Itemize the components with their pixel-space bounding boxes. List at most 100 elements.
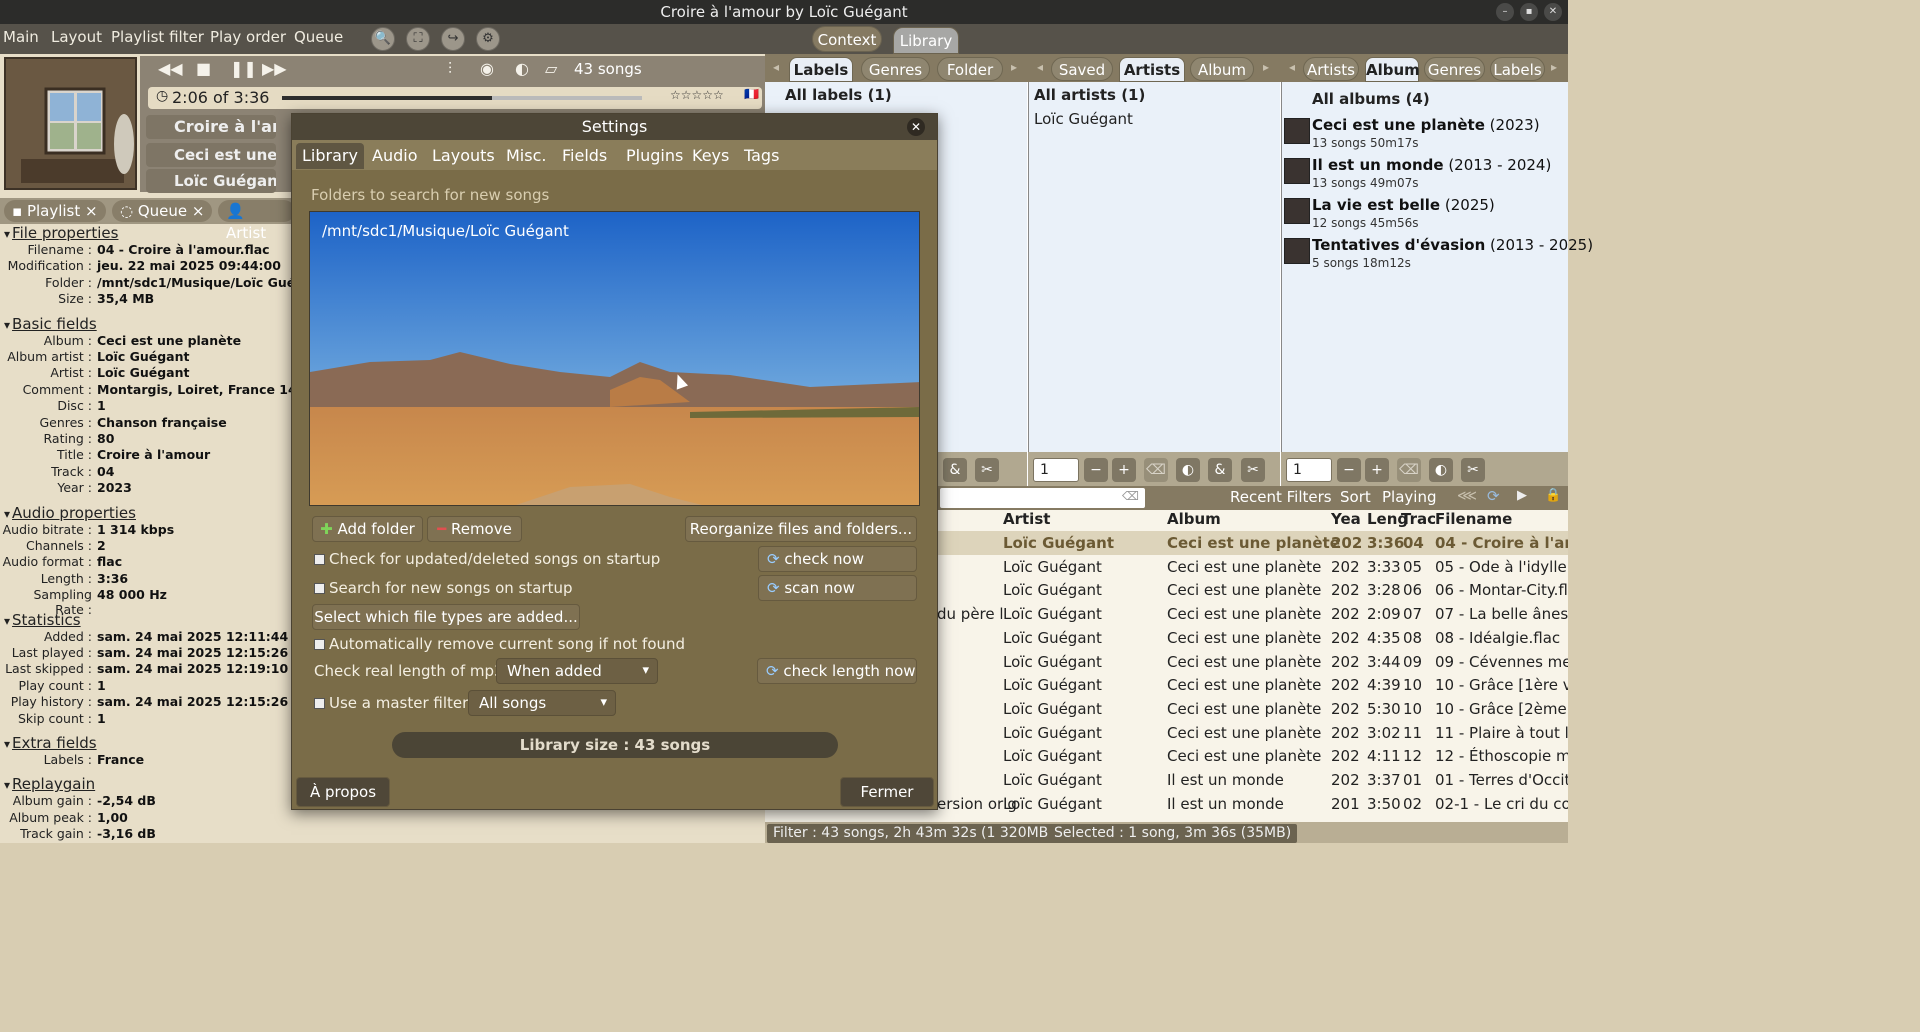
menu-main[interactable]: Main xyxy=(3,28,39,46)
tab-artist[interactable]: 👤 Artist xyxy=(218,200,295,242)
all-albums[interactable]: All albums (4) xyxy=(1312,90,1430,108)
tab-saved[interactable]: Saved xyxy=(1051,57,1113,81)
about-button[interactable]: À propos xyxy=(296,777,390,807)
lock-icon[interactable]: 🔒 xyxy=(1545,488,1561,503)
tab-library[interactable]: Library xyxy=(296,143,364,169)
minus-button[interactable]: − xyxy=(1084,458,1108,482)
section-extra-fields[interactable]: Extra fields xyxy=(4,734,97,752)
tab-artists[interactable]: Artists xyxy=(1119,57,1185,82)
folder-list[interactable]: /mnt/sdc1/Musique/Loïc Guégant xyxy=(309,211,920,506)
search-icon[interactable]: 🔍 xyxy=(371,27,395,51)
minus-button[interactable]: − xyxy=(1337,458,1361,482)
volume-icon[interactable]: ◐ xyxy=(515,59,529,78)
col-track[interactable]: Trac xyxy=(1401,510,1436,528)
tab-audio[interactable]: Audio xyxy=(366,143,423,169)
tab-genres-2[interactable]: Genres xyxy=(1424,57,1485,81)
recent-filters-button[interactable]: Recent Filters xyxy=(1230,488,1332,506)
tools-icon[interactable]: ✂ xyxy=(975,458,999,482)
sort-button[interactable]: Sort xyxy=(1340,488,1371,506)
tab-layouts[interactable]: Layouts xyxy=(426,143,501,169)
all-labels[interactable]: All labels (1) xyxy=(785,86,892,104)
arrow-left-icon[interactable]: ◂ xyxy=(1289,60,1295,74)
tab-folder[interactable]: Folder xyxy=(937,57,1003,81)
clear-icon[interactable]: ⌫ xyxy=(1144,458,1168,482)
albums-depth-input[interactable]: 1 xyxy=(1286,458,1332,482)
arrow-right-icon[interactable]: ▸ xyxy=(1263,60,1269,74)
remove-button[interactable]: ━ Remove xyxy=(427,516,522,542)
tab-queue[interactable]: ◌ Queue × xyxy=(112,200,213,222)
reorganize-button[interactable]: Reorganize files and folders... xyxy=(685,516,917,542)
and-button-2[interactable]: & xyxy=(1208,458,1232,482)
tab-playlist[interactable]: ▪ Playlist × xyxy=(4,200,106,222)
tab-library[interactable]: Library xyxy=(893,27,959,54)
note-icon[interactable]: ▱ xyxy=(545,59,557,78)
invert-icon[interactable]: ◐ xyxy=(1176,458,1200,482)
search-new-checkbox[interactable]: Search for new songs on startup xyxy=(314,579,573,597)
folder-path[interactable]: /mnt/sdc1/Musique/Loïc Guégant xyxy=(322,222,569,240)
tab-plugins[interactable]: Plugins xyxy=(620,143,689,169)
arrow-right-icon[interactable]: ▸ xyxy=(1011,60,1017,74)
fullscreen-icon[interactable]: ⛶ xyxy=(406,27,430,51)
arrow-right-icon[interactable]: ▸ xyxy=(1551,60,1557,74)
tab-album[interactable]: Album xyxy=(1190,57,1254,81)
plus-button[interactable]: + xyxy=(1365,458,1389,482)
menu-queue[interactable]: Queue xyxy=(294,28,343,46)
album-item[interactable]: La vie est belle (2025) 12 songs 45m56s xyxy=(1284,196,1564,236)
artists-depth-input[interactable]: 1 xyxy=(1033,458,1079,482)
tools-icon[interactable]: ✂ xyxy=(1241,458,1265,482)
tab-labels[interactable]: Labels xyxy=(789,57,853,82)
auto-remove-checkbox[interactable]: Automatically remove current song if not… xyxy=(314,635,685,653)
section-replaygain[interactable]: Replaygain xyxy=(4,775,95,793)
check-updated-checkbox[interactable]: Check for updated/deleted songs on start… xyxy=(314,550,660,568)
menu-playlist-filter[interactable]: Playlist filter xyxy=(111,28,204,46)
tab-tags[interactable]: Tags xyxy=(738,143,785,169)
clear-icon[interactable]: ⌫ xyxy=(1397,458,1421,482)
arrow-left-icon[interactable]: ◂ xyxy=(1037,60,1043,74)
section-basic-fields[interactable]: Basic fields xyxy=(4,315,97,333)
clear-filter-icon[interactable]: ⌫ xyxy=(1122,489,1139,503)
tab-keys[interactable]: Keys xyxy=(686,143,735,169)
rating-stars[interactable]: ☆☆☆☆☆ xyxy=(670,88,724,102)
play-icon[interactable]: ▶ xyxy=(1517,488,1527,503)
menu-layout[interactable]: Layout xyxy=(51,28,102,46)
all-artists[interactable]: All artists (1) xyxy=(1034,86,1145,104)
add-folder-button[interactable]: ✚ Add folder xyxy=(312,516,423,542)
playing-button[interactable]: Playing xyxy=(1382,488,1436,506)
artist-item[interactable]: Loïc Guégant xyxy=(1034,110,1133,128)
tab-artists-2[interactable]: Artists xyxy=(1303,57,1359,81)
song-filter-input[interactable]: ⌫ xyxy=(940,488,1145,508)
invert-icon[interactable]: ◐ xyxy=(1429,458,1453,482)
arrow-left-icon[interactable]: ◂ xyxy=(773,60,779,74)
col-year[interactable]: Yea xyxy=(1331,510,1361,528)
seek-bar[interactable] xyxy=(282,96,642,100)
refresh-icon[interactable]: ⟳ xyxy=(1487,487,1500,505)
maximize-icon[interactable]: ▪ xyxy=(1520,3,1538,21)
minimize-icon[interactable]: – xyxy=(1496,3,1514,21)
section-file-properties[interactable]: File properties xyxy=(4,224,118,242)
share-icon[interactable]: ↪ xyxy=(441,27,465,51)
check-length-select[interactable]: When added xyxy=(496,658,658,684)
close-icon[interactable]: ✕ xyxy=(907,118,925,136)
tab-fields[interactable]: Fields xyxy=(556,143,613,169)
scan-now-button[interactable]: ⟳ scan now xyxy=(758,575,917,601)
plus-button[interactable]: + xyxy=(1112,458,1136,482)
col-filename[interactable]: Filename xyxy=(1435,510,1512,528)
tab-misc[interactable]: Misc. xyxy=(500,143,552,169)
close-button[interactable]: Fermer xyxy=(840,777,934,807)
album-item[interactable]: Ceci est une planète (2023) 13 songs 50m1… xyxy=(1284,116,1564,156)
back-icon[interactable]: ⋘ xyxy=(1457,488,1477,504)
equalizer-icon[interactable]: ⫶ xyxy=(448,59,452,79)
select-file-types-button[interactable]: Select which file types are added... xyxy=(312,604,580,630)
album-item[interactable]: Tentatives d'évasion (2013 - 2025) 5 song… xyxy=(1284,236,1593,276)
check-length-now-button[interactable]: ⟳ check length now xyxy=(757,658,917,684)
menu-play-order[interactable]: Play order xyxy=(210,28,286,46)
pause-icon[interactable]: ❚❚ xyxy=(230,59,257,78)
master-filter-checkbox[interactable]: Use a master filter xyxy=(314,694,468,712)
section-statistics[interactable]: Statistics xyxy=(4,611,81,629)
next-icon[interactable]: ▶▶ xyxy=(262,59,287,78)
close-icon[interactable]: ✕ xyxy=(1544,3,1562,21)
section-audio-properties[interactable]: Audio properties xyxy=(4,504,136,522)
master-filter-select[interactable]: All songs xyxy=(468,690,616,716)
tab-album-2[interactable]: Album xyxy=(1365,57,1420,82)
and-button[interactable]: & xyxy=(943,458,967,482)
